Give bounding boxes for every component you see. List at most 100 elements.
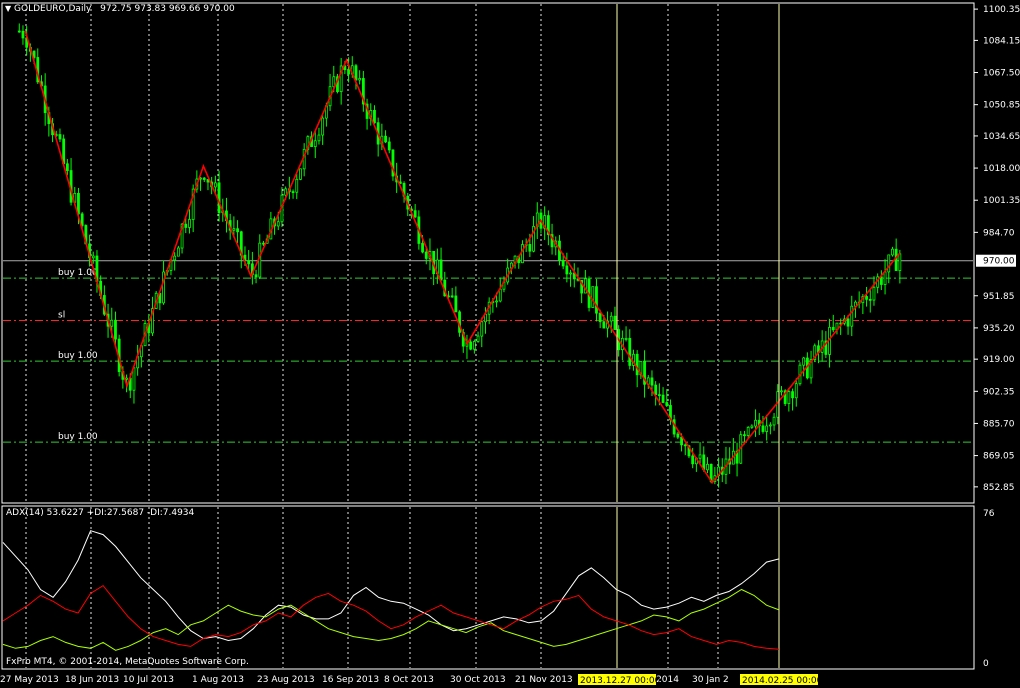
candle-body (868, 298, 872, 301)
candle-body (313, 140, 317, 147)
copyright-text: FxPro MT4, © 2001-2014, MetaQuotes Softw… (6, 657, 249, 667)
candle-body (321, 117, 325, 136)
y-tick-label: 919.00 (983, 355, 1015, 365)
candle-body (765, 425, 769, 432)
x-axis-label: 21 Nov 2013 (515, 675, 573, 685)
y-tick-label: 869.05 (983, 452, 1015, 462)
candle-body (598, 312, 602, 323)
candle-body (787, 391, 791, 404)
symbol-label: GOLDEURO,Daily (14, 4, 92, 14)
candle-body (354, 65, 358, 81)
y-tick-label: 935.20 (983, 324, 1015, 334)
chart-background (0, 0, 1020, 688)
candle-body (683, 444, 687, 447)
candle-body (676, 433, 680, 438)
chart-header: ▼ GOLDEURO,Daily 972.75 973.83 969.66 97… (5, 4, 235, 14)
candle-body (421, 243, 424, 253)
candle-body (232, 228, 236, 231)
candle-body (424, 251, 428, 259)
candle-body (176, 247, 180, 257)
candle-body (528, 244, 532, 252)
candle-body (850, 305, 854, 327)
y-tick-label: 1034.65 (983, 132, 1020, 142)
candle-body (480, 321, 484, 337)
y-tick-label: 1067.50 (983, 69, 1020, 79)
candle-body (595, 286, 598, 314)
candle-body (469, 341, 473, 350)
candle-body (284, 188, 288, 196)
candle-body (602, 321, 606, 329)
candle-body (80, 213, 84, 226)
x-axis-label: 23 Aug 2013 (257, 675, 315, 685)
candle-body (635, 353, 639, 376)
candle-body (132, 367, 136, 391)
candle-body (439, 259, 443, 281)
candle-body (691, 455, 695, 465)
candle-body (628, 337, 632, 366)
candle-body (750, 425, 754, 428)
order-line-label: sl (58, 311, 65, 321)
candle-body (613, 315, 617, 330)
candle-body (561, 259, 565, 267)
candle-body (802, 357, 806, 366)
candle-body (891, 248, 894, 256)
candle-body (347, 69, 350, 75)
candle-body (173, 255, 177, 261)
x-axis-label: 30 Oct 2013 (450, 675, 506, 685)
candle-body (217, 182, 221, 214)
y-tick-label: 1018.00 (983, 164, 1020, 174)
candle-body (591, 286, 595, 308)
candle-body (609, 315, 613, 322)
candle-body (295, 178, 299, 193)
y-tick-label: 951.85 (983, 292, 1015, 302)
marker-date-label: 2014.02.25 00:00 (742, 676, 823, 686)
x-axis-label: 1 Aug 2013 (192, 675, 244, 685)
candle-body (125, 377, 128, 380)
x-axis-label: 30 Jan 2 (692, 675, 729, 685)
candle-body (698, 454, 702, 459)
current-price-label: 970.00 (983, 257, 1015, 267)
y-tick-label: 852.85 (983, 483, 1015, 493)
candle-body (236, 228, 239, 233)
candle-body (450, 295, 454, 298)
candle-body (498, 288, 502, 302)
candle-body (17, 30, 21, 33)
candle-body (746, 426, 750, 436)
candle-body (565, 265, 569, 275)
candle-body (454, 295, 458, 313)
candle-body (495, 300, 498, 303)
candle-body (114, 319, 117, 340)
candle-body (894, 248, 898, 272)
indicator-tick-label: 76 (983, 509, 995, 519)
candle-body (276, 221, 280, 227)
candle-body (262, 242, 265, 245)
y-tick-label: 1084.15 (983, 36, 1020, 46)
candle-body (780, 390, 783, 393)
candle-body (373, 110, 376, 124)
y-tick-label: 902.35 (983, 387, 1015, 397)
candle-body (883, 271, 887, 285)
candle-body (761, 425, 765, 432)
candle-body (77, 192, 80, 215)
candle-body (743, 434, 746, 437)
dropdown-arrow-icon[interactable]: ▼ (5, 4, 11, 13)
candle-body (794, 383, 798, 399)
candle-body (472, 341, 476, 350)
candle-body (413, 210, 417, 218)
candle-body (332, 76, 336, 88)
candle-body (865, 296, 868, 300)
time-axis: 27 May 2013 18 Jun 2013 10 Jul 2013 1 Aug 2… (0, 674, 823, 686)
candle-body (768, 424, 772, 427)
candle-body (291, 191, 295, 194)
chart-canvas[interactable]: buy 1.00 sl buy 1.00 buy 1.00 1100.35 1084.1… (0, 0, 1020, 688)
candle-body (91, 255, 95, 259)
candle-body (887, 254, 891, 273)
candle-body (213, 182, 217, 188)
candle-body (65, 163, 69, 171)
candle-body (898, 253, 902, 272)
y-tick-label: 885.70 (983, 419, 1015, 429)
candle-body (299, 168, 302, 180)
candle-body (665, 402, 669, 406)
candle-body (110, 319, 114, 327)
x-axis-label: 27 May 2013 (0, 675, 59, 685)
